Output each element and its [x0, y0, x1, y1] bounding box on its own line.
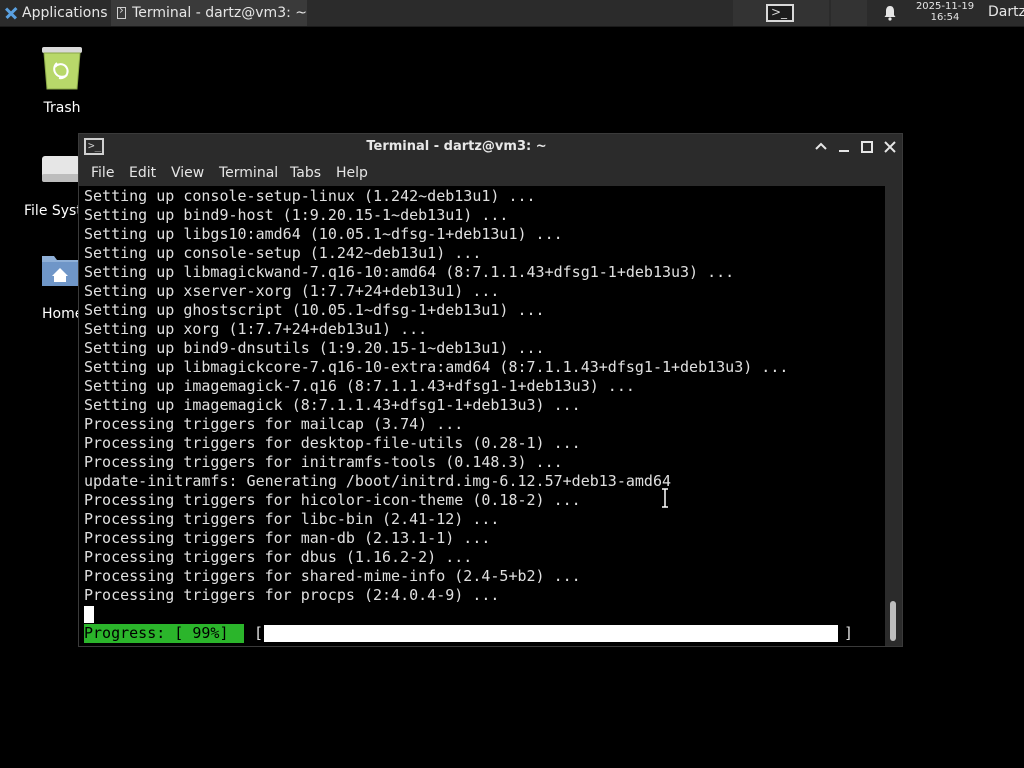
window-title: Terminal - dartz@vm3: ~	[366, 139, 547, 154]
terminal-line: Processing triggers for hicolor-icon-the…	[84, 491, 581, 509]
terminal-line: Processing triggers for desktop-file-uti…	[84, 434, 581, 452]
menu-help[interactable]: Help	[336, 165, 368, 181]
menu-tabs[interactable]: Tabs	[290, 165, 321, 181]
minimize-button[interactable]	[835, 138, 853, 156]
trash-label[interactable]: Trash	[17, 100, 107, 116]
applications-label: Applications	[22, 5, 108, 21]
clock[interactable]: 2025-11-19 16:54	[906, 1, 984, 23]
home-folder-icon[interactable]	[40, 250, 80, 290]
terminal-line: Processing triggers for procps (2:4.0.4-…	[84, 586, 500, 604]
file-system-icon[interactable]	[40, 152, 80, 186]
top-panel: Applications Terminal - dartz@vm3: ~ >_ …	[0, 0, 1024, 27]
progress-row: Progress: [ 99%] [ ]	[84, 624, 853, 643]
terminal-line: Setting up xserver-xorg (1:7.7+24+deb13u…	[84, 282, 500, 300]
progress-bracket-close: ]	[844, 624, 854, 642]
tray-terminal-launcher[interactable]: >_	[733, 0, 829, 26]
terminal-line: Processing triggers for mailcap (3.74) .…	[84, 415, 464, 433]
terminal-line: Setting up ghostscript (10.05.1~dfsg-1+d…	[84, 301, 545, 319]
close-icon	[884, 141, 896, 153]
menu-view[interactable]: View	[171, 165, 204, 181]
terminal-line: Setting up libmagickcore-7.q16-10-extra:…	[84, 358, 789, 376]
terminal-line: Processing triggers for dbus (1.16.2-2) …	[84, 548, 473, 566]
menu-terminal[interactable]: Terminal	[219, 165, 278, 181]
terminal-line: Setting up console-setup-linux (1.242~de…	[84, 187, 536, 205]
close-button[interactable]	[881, 138, 899, 156]
user-menu[interactable]: Dartz	[988, 4, 1024, 20]
terminal-line: Processing triggers for man-db (2.13.1-1…	[84, 529, 491, 547]
notification-bell-icon[interactable]	[882, 5, 898, 21]
terminal-line: Setting up libmagickwand-7.q16-10:amd64 …	[84, 263, 735, 281]
tray-empty-slot	[831, 0, 867, 26]
progress-label: Progress: [ 99%]	[84, 624, 244, 643]
maximize-button[interactable]	[858, 138, 876, 156]
terminal-line: Setting up imagemagick (8:7.1.1.43+dfsg1…	[84, 396, 581, 414]
terminal-icon	[117, 3, 127, 19]
trash-icon[interactable]	[40, 45, 84, 91]
text-cursor-icon	[662, 488, 668, 508]
terminal-line: Setting up bind9-dnsutils (1:9.20.15-1~d…	[84, 339, 545, 357]
terminal-cursor	[84, 606, 94, 623]
terminal-line: Setting up libgs10:amd64 (10.05.1~dfsg-1…	[84, 225, 563, 243]
menu-file[interactable]: File	[91, 165, 114, 181]
progress-bracket-open: [	[254, 624, 264, 642]
progress-bar	[264, 625, 838, 642]
terminal-line: Setting up bind9-host (1:9.20.15-1~deb13…	[84, 206, 509, 224]
terminal-lines: Setting up console-setup-linux (1.242~de…	[84, 187, 788, 605]
trash-text: Trash	[43, 100, 81, 116]
shade-button[interactable]	[812, 138, 830, 156]
chevron-up-icon	[815, 142, 827, 150]
maximize-icon	[861, 141, 873, 153]
terminal-scrollbar[interactable]	[885, 186, 902, 646]
applications-icon	[4, 6, 18, 20]
terminal-line: update-initramfs: Generating /boot/initr…	[84, 472, 671, 490]
terminal-window: >_ Terminal - dartz@vm3: ~ File Edit Vie…	[78, 133, 903, 647]
scrollbar-thumb[interactable]	[890, 601, 896, 641]
taskbar-terminal-label: Terminal - dartz@vm3: ~	[132, 5, 307, 21]
terminal-line: Setting up imagemagick-7.q16 (8:7.1.1.43…	[84, 377, 635, 395]
minimize-icon	[839, 150, 849, 152]
window-titlebar[interactable]: >_ Terminal - dartz@vm3: ~	[79, 134, 902, 160]
terminal-line: Processing triggers for shared-mime-info…	[84, 567, 581, 585]
terminal-line: Processing triggers for initramfs-tools …	[84, 453, 563, 471]
terminal-line: Processing triggers for libc-bin (2.41-1…	[84, 510, 500, 528]
menu-bar: File Edit View Terminal Tabs Help	[79, 160, 902, 186]
terminal-line: Setting up console-setup (1.242~deb13u1)…	[84, 244, 482, 262]
clock-time: 16:54	[930, 12, 960, 23]
applications-menu-button[interactable]: Applications	[0, 0, 110, 26]
menu-edit[interactable]: Edit	[129, 165, 156, 181]
taskbar-terminal-button[interactable]: Terminal - dartz@vm3: ~	[111, 0, 307, 26]
clock-date: 2025-11-19	[915, 1, 975, 12]
terminal-line: Setting up xorg (1:7.7+24+deb13u1) ...	[84, 320, 428, 338]
terminal-output[interactable]: Setting up console-setup-linux (1.242~de…	[79, 186, 885, 646]
terminal-prompt-icon: >_	[766, 4, 794, 22]
